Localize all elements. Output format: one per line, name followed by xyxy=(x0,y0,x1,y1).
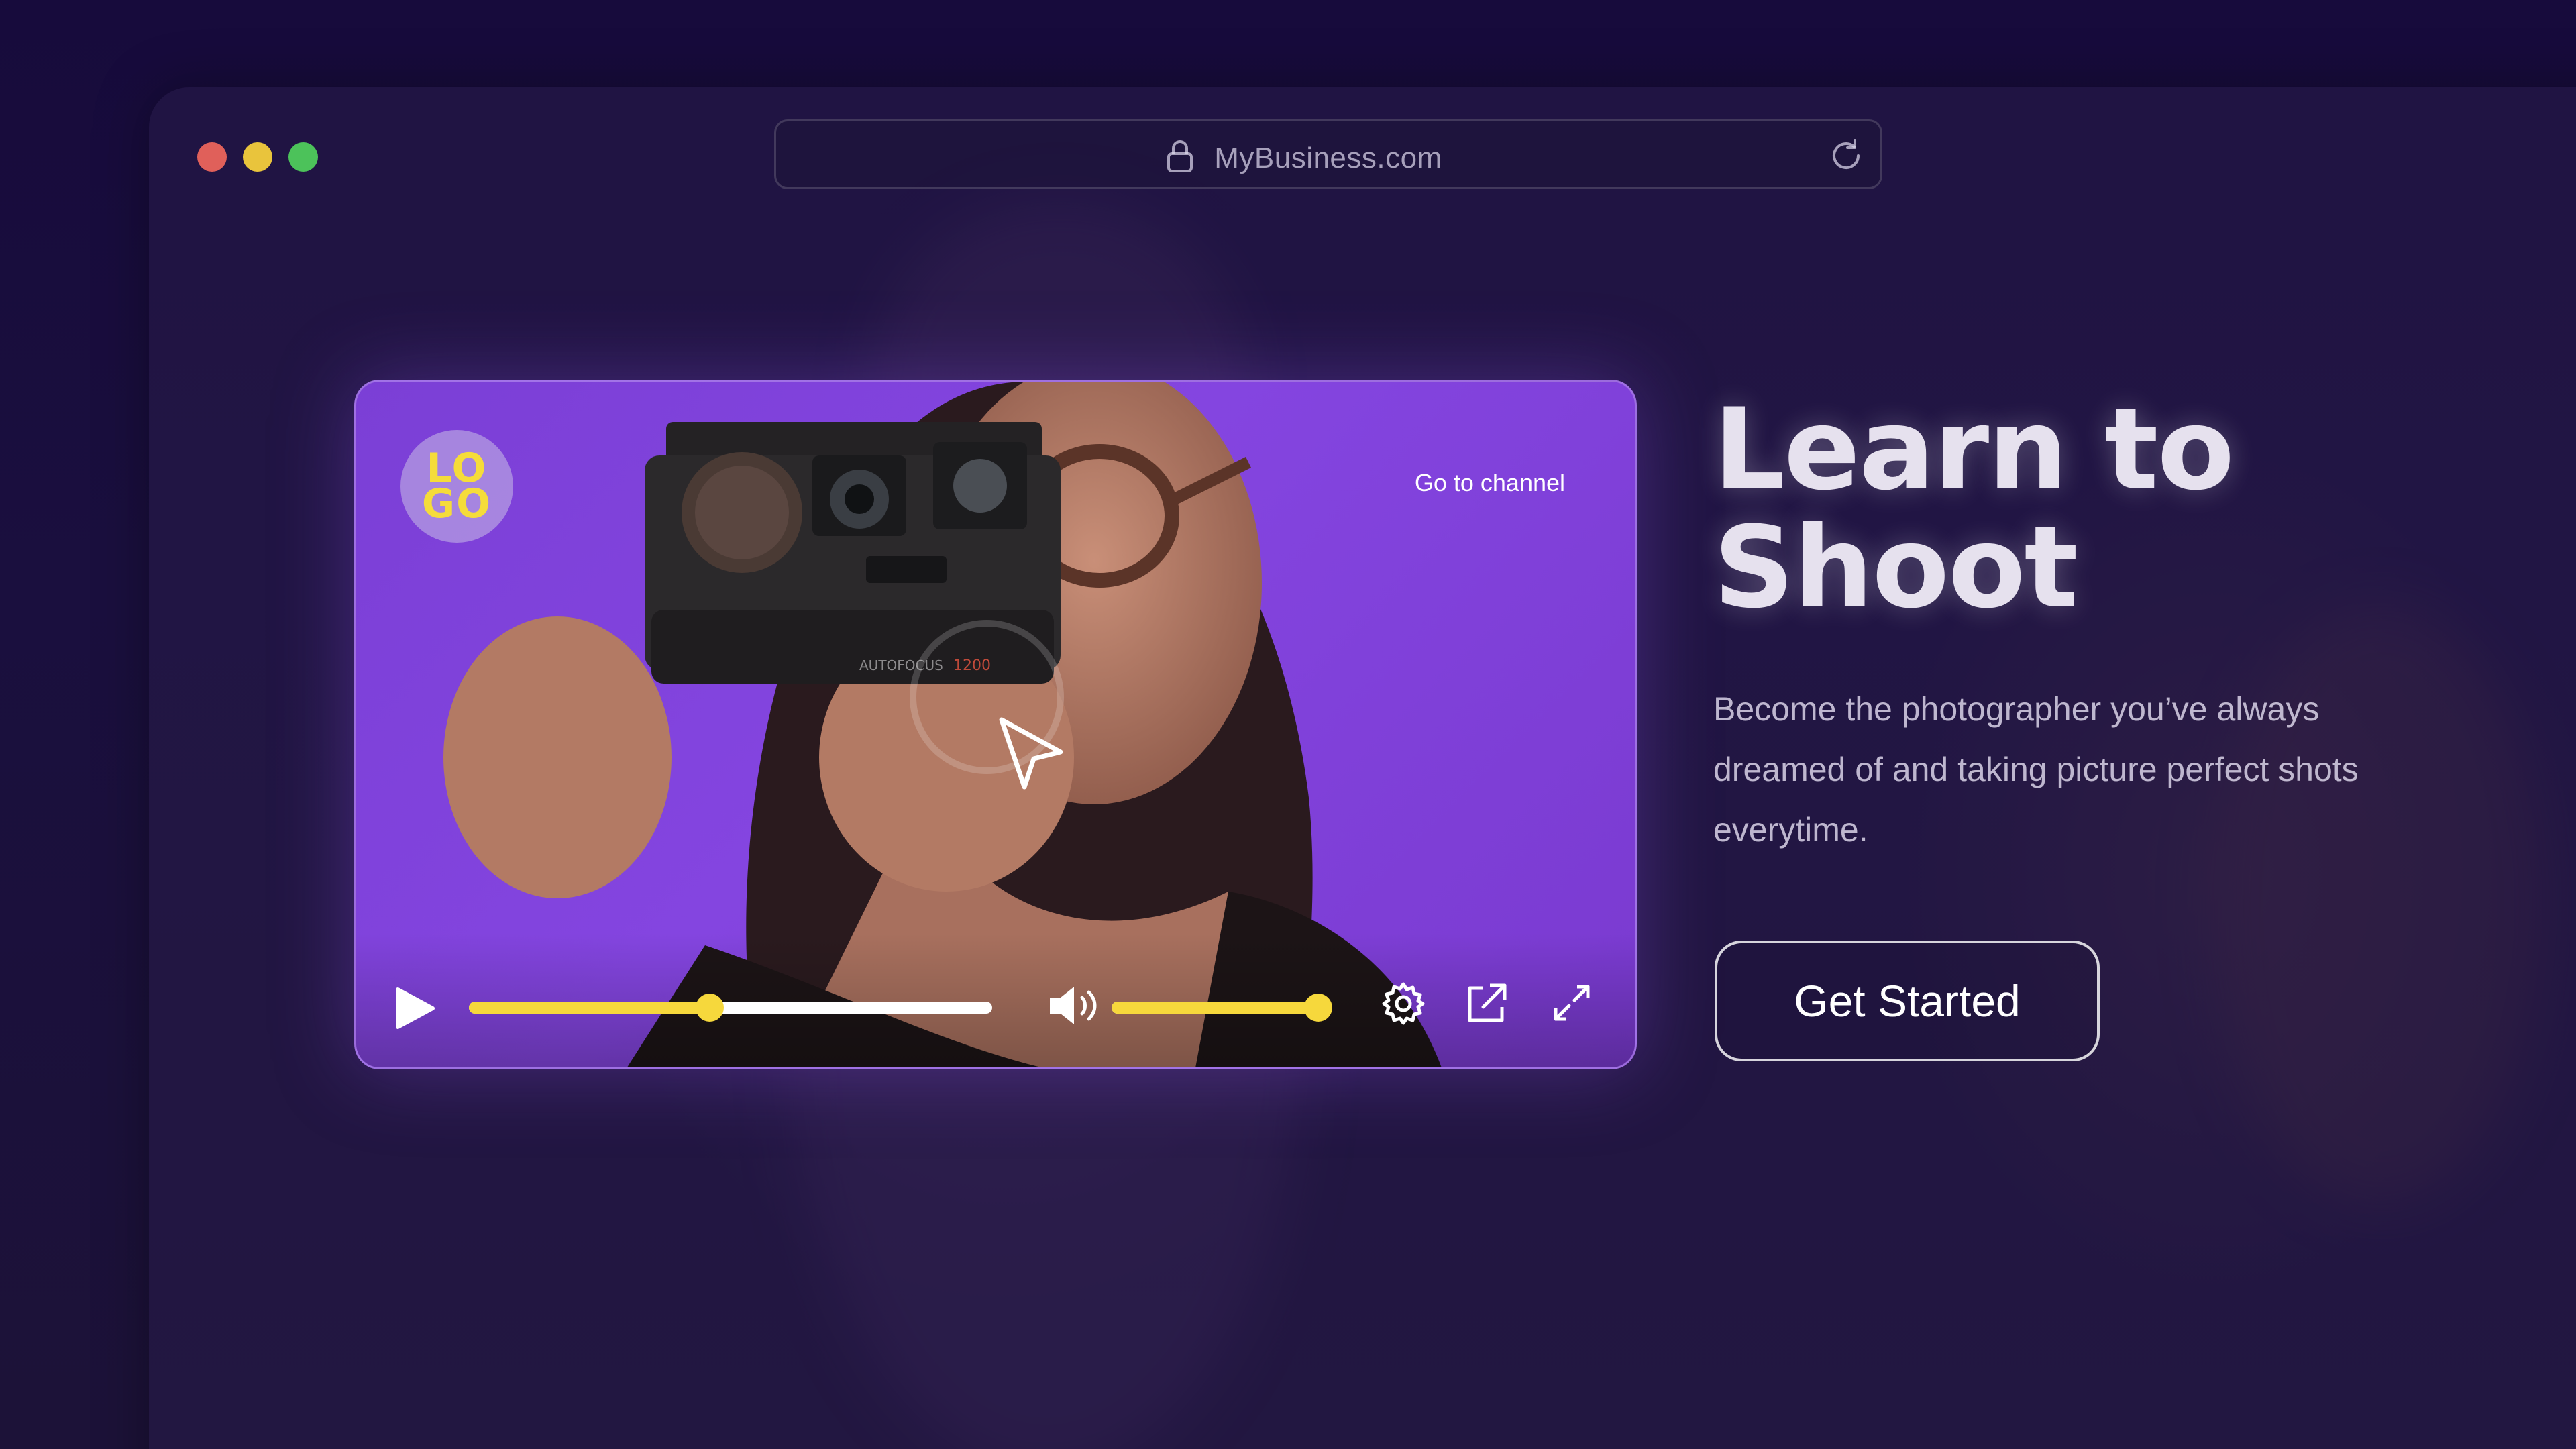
url-text: MyBusiness.com xyxy=(1214,142,1442,174)
fullscreen-icon[interactable] xyxy=(1550,981,1593,1027)
svg-text:1200: 1200 xyxy=(953,657,991,674)
page-background: MyBusiness.com AUTOFOCUS 1200 LO GO Go t… xyxy=(0,0,2576,1449)
svg-text:AUTOFOCUS: AUTOFOCUS xyxy=(859,657,943,674)
player-controls xyxy=(356,933,1635,1067)
gear-icon[interactable] xyxy=(1380,980,1427,1030)
volume-level-fill xyxy=(1112,1002,1318,1014)
seek-handle[interactable] xyxy=(695,994,724,1022)
hero-subtitle: Become the photographer you’ve always dr… xyxy=(1713,690,2359,849)
share-icon[interactable] xyxy=(1463,980,1510,1030)
play-icon[interactable] xyxy=(394,987,435,1032)
reload-icon[interactable] xyxy=(1828,138,1864,176)
get-started-button[interactable]: Get Started xyxy=(1715,941,2100,1061)
address-bar[interactable]: MyBusiness.com xyxy=(774,119,1882,189)
volume-icon[interactable] xyxy=(1047,984,1104,1030)
seek-bar[interactable] xyxy=(469,994,992,1022)
channel-logo[interactable]: LO GO xyxy=(400,430,513,543)
volume-slider[interactable] xyxy=(1112,994,1332,1022)
volume-handle[interactable] xyxy=(1304,994,1332,1022)
close-window-button[interactable] xyxy=(197,142,227,172)
hero-title-line-1: Learn to xyxy=(1713,384,2235,515)
mouse-cursor-icon xyxy=(995,714,1069,798)
go-to-channel-link[interactable]: Go to channel xyxy=(1415,469,1565,497)
video-player[interactable]: AUTOFOCUS 1200 LO GO Go to channel xyxy=(354,380,1637,1069)
seek-progress-fill xyxy=(469,1002,710,1014)
hero-title-line-2: Shoot xyxy=(1713,502,2078,633)
logo-text-line-2: GO xyxy=(421,480,492,527)
hero-title: Learn to Shoot xyxy=(1713,390,2451,627)
minimize-window-button[interactable] xyxy=(243,142,272,172)
maximize-window-button[interactable] xyxy=(288,142,318,172)
